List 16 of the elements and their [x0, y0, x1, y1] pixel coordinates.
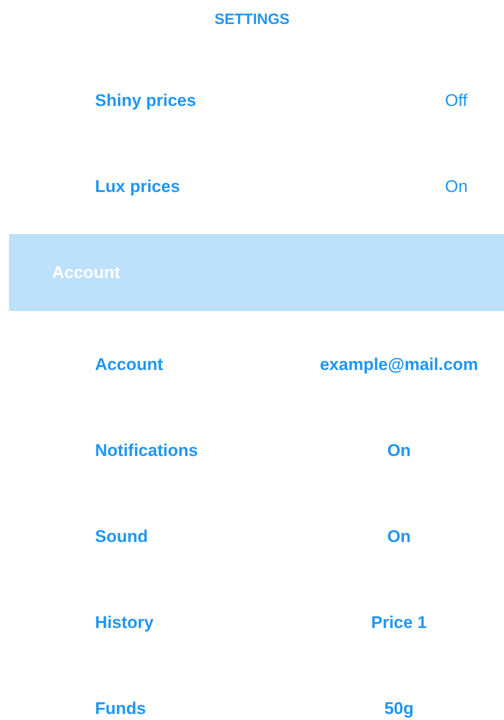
setting-label: Account: [95, 354, 163, 376]
setting-value[interactable]: On: [445, 174, 469, 200]
section-title: Account: [52, 262, 120, 284]
setting-label: Notifications: [95, 440, 198, 462]
setting-label: Shiny prices: [95, 90, 196, 112]
setting-label: Sound: [95, 526, 148, 548]
setting-label: Lux prices: [95, 176, 180, 198]
setting-value: example@mail.com: [320, 354, 478, 376]
page-title: SETTINGS: [214, 10, 290, 30]
setting-value: On: [387, 526, 411, 548]
setting-value: Price 1: [371, 612, 427, 634]
setting-label: History: [95, 612, 154, 634]
setting-value: On: [387, 440, 411, 462]
setting-value: 50g: [384, 698, 414, 720]
setting-value[interactable]: Off: [445, 88, 469, 114]
setting-label: Funds: [95, 698, 146, 720]
